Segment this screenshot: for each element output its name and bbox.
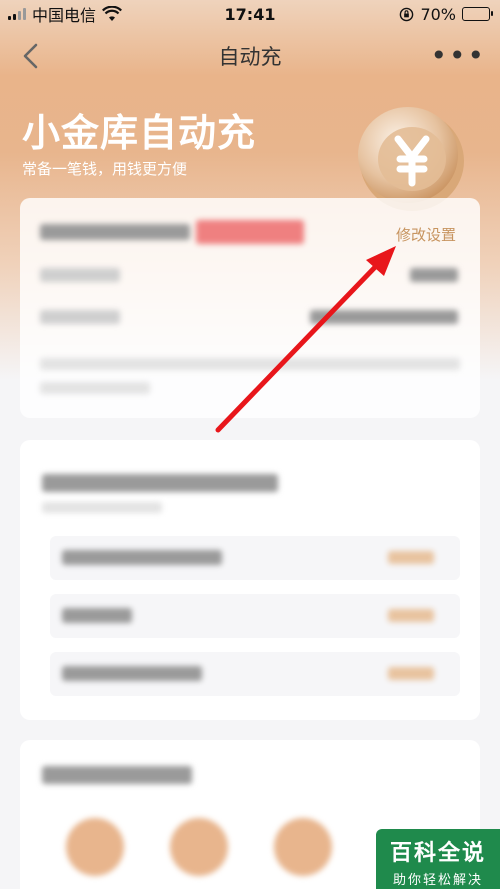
hero-title: 小金库自动充 <box>22 111 257 155</box>
battery-percent: 70% <box>420 4 456 24</box>
status-right: 70% <box>399 4 493 24</box>
watermark-title: 百科全说 <box>389 841 486 866</box>
chevron-left-icon[interactable] <box>18 42 44 70</box>
watermark-logo: 百科全说 助你轻松解决 <box>376 829 500 889</box>
more-dots-icon[interactable]: ••• <box>430 42 486 70</box>
watermark-subtitle: 助你轻松解决 <box>392 873 483 888</box>
hero-subtitle: 常备一笔钱，用钱更方便 <box>22 160 188 178</box>
service-icon[interactable] <box>66 818 124 876</box>
battery-icon <box>462 7 493 21</box>
list-item[interactable] <box>50 594 460 638</box>
navigation-bar: 自动充 ••• <box>0 28 500 84</box>
status-bar: 中国电信 17:41 70% <box>0 0 500 28</box>
list-item[interactable] <box>50 652 460 696</box>
edit-settings-link[interactable]: 修改设置 <box>396 224 456 245</box>
service-icon[interactable] <box>170 818 228 876</box>
page-title: 自动充 <box>218 45 282 69</box>
list-item[interactable] <box>50 536 460 580</box>
service-icon[interactable] <box>274 818 332 876</box>
yuan-coin-icon <box>358 107 464 211</box>
rotation-lock-icon <box>400 7 414 21</box>
